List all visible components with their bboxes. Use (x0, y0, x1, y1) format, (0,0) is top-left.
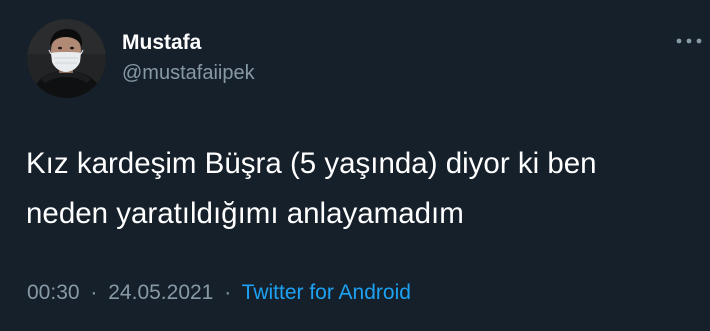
tweet-source-link[interactable]: Twitter for Android (242, 281, 411, 304)
meta-separator: · (90, 281, 98, 304)
meta-separator: · (224, 281, 232, 304)
tweet-card: Mustafa @mustafaiipek Kız kardeşim Büşra… (0, 0, 710, 331)
tweet-metadata: 00:30 · 24.05.2021 · Twitter for Android (27, 281, 411, 305)
tweet-date[interactable]: 24.05.2021 (108, 281, 213, 304)
avatar[interactable] (27, 19, 106, 98)
tweet-time[interactable]: 00:30 (27, 281, 80, 304)
more-horizontal-icon (676, 38, 702, 44)
tweet-text: Kız kardeşim Büşra (5 yaşında) diyor ki … (26, 147, 597, 230)
more-options-button[interactable] (674, 33, 704, 49)
author-display-name[interactable]: Mustafa (122, 31, 201, 55)
author-handle[interactable]: @mustafaiipek (122, 61, 255, 85)
avatar-image (27, 19, 106, 98)
